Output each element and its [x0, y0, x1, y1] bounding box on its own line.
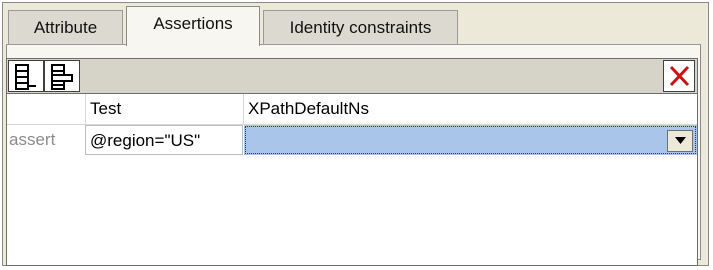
xpath-default-ns-dropdown-button[interactable]: [667, 130, 693, 152]
column-header-xpath-default-ns[interactable]: XPathDefaultNs: [244, 94, 697, 124]
close-icon: [669, 65, 690, 87]
assertions-grid: Test XPathDefaultNs assert @region="US": [6, 94, 698, 266]
insert-row-icon: [51, 64, 73, 90]
xpath-default-ns-cell[interactable]: [244, 125, 697, 155]
column-header-test[interactable]: Test: [86, 94, 243, 124]
insert-row-button[interactable]: [44, 60, 80, 92]
tab-identity-constraints[interactable]: Identity constraints: [263, 10, 458, 44]
row-kind-label: assert: [9, 130, 56, 149]
append-row-button[interactable]: [8, 60, 44, 92]
tab-assertions[interactable]: Assertions: [126, 6, 260, 46]
test-expression-cell[interactable]: @region="US": [85, 125, 243, 155]
tab-attribute[interactable]: Attribute: [8, 10, 123, 44]
delete-row-button[interactable]: [663, 60, 695, 92]
append-row-icon: [15, 64, 36, 90]
chevron-down-icon: [675, 137, 686, 144]
assertions-toolbar: [6, 58, 698, 94]
